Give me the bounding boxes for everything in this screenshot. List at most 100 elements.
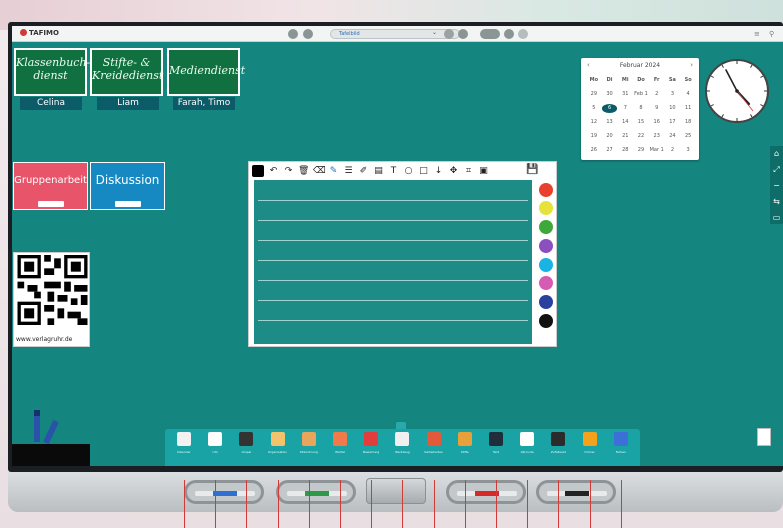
more-icon[interactable] (518, 29, 528, 39)
calendar-day[interactable]: 2 (665, 146, 681, 155)
lined-paper[interactable] (254, 180, 532, 344)
arrows-icon[interactable]: ⇆ (770, 194, 783, 210)
redo-icon[interactable] (303, 29, 313, 39)
calendar-widget[interactable]: ‹ Februar 2024 › Mo Di Mi Do Fr Sa So 29 30 31 Feb… (581, 58, 699, 160)
tray-item[interactable]: Bewertung (360, 432, 382, 464)
palette-color[interactable] (539, 201, 553, 216)
tray-item[interactable]: Kalender (173, 432, 195, 464)
pen-slot-red[interactable] (446, 480, 526, 504)
marker-icon[interactable]: ✐ (358, 165, 369, 177)
tray-handle[interactable] (396, 422, 406, 429)
palette-color[interactable] (539, 257, 553, 272)
calendar-day[interactable]: 17 (665, 118, 681, 127)
calendar-day[interactable]: 12 (586, 118, 602, 127)
pen-slot-green[interactable] (276, 480, 356, 504)
lines-icon[interactable]: ☰ (343, 165, 354, 177)
calendar-day[interactable]: 13 (602, 118, 618, 127)
calendar-day[interactable]: 21 (617, 132, 633, 141)
calendar-day[interactable]: 19 (586, 132, 602, 141)
duty-card-medien[interactable]: Mediendienst (167, 48, 245, 96)
tray-item[interactable]: Stifte (454, 432, 476, 464)
add-icon[interactable] (444, 29, 454, 39)
palette-color[interactable] (539, 220, 553, 235)
calendar-day[interactable]: 24 (665, 132, 681, 141)
square-icon[interactable]: □ (418, 165, 429, 177)
undo-icon[interactable]: ↶ (268, 165, 279, 177)
duty-card-stifte[interactable]: Stifte- & Kreidedienst (90, 48, 163, 96)
center-button[interactable] (366, 478, 426, 504)
calendar-day[interactable]: 30 (602, 90, 618, 99)
notepad-icon[interactable] (757, 428, 771, 446)
pen-slot-blue[interactable] (184, 480, 264, 504)
calendar-day[interactable]: 8 (633, 104, 649, 113)
drawing-board-widget[interactable]: ↶ ↷ 🗑 ⌫ ✎ ☰ ✐ ▤ T ○ □ ↓ ✥ ⌗ ▣ 💾 (248, 161, 557, 347)
calendar-day[interactable]: 4 (680, 90, 696, 99)
layout-icon[interactable]: ▣ (478, 165, 489, 177)
view-toggle-icon[interactable] (480, 29, 500, 39)
move-icon[interactable]: ✥ (448, 165, 459, 177)
tile-diskussion[interactable]: Diskussion (90, 162, 165, 210)
board-selector[interactable]: Tafelbild (330, 29, 460, 39)
chevron-down-icon[interactable]: ⌄ (432, 29, 437, 36)
calendar-day[interactable]: 20 (602, 132, 618, 141)
menu-icon[interactable]: ≡ (754, 30, 760, 38)
calendar-day[interactable]: 18 (680, 118, 696, 127)
share-icon[interactable] (458, 29, 468, 39)
tray-item[interactable]: Karteikarten (423, 432, 445, 464)
tray-item[interactable]: Ordner (579, 432, 601, 464)
tray-item[interactable]: Würfel (329, 432, 351, 464)
calendar-day[interactable]: 28 (617, 146, 633, 155)
calendar-day[interactable]: 22 (633, 132, 649, 141)
background-icon[interactable]: ▤ (373, 165, 384, 177)
tray-item[interactable]: Text (485, 432, 507, 464)
calendar-day[interactable]: 9 (649, 104, 665, 113)
duty-card-klassenbuch[interactable]: Klassenbuch- dienst (14, 48, 90, 96)
calendar-day[interactable]: 7 (617, 104, 633, 113)
home-icon[interactable]: ⌂ (770, 146, 783, 162)
tray-item[interactable]: Sitzordnung (298, 432, 320, 464)
tray-item[interactable]: Organisation (267, 432, 289, 464)
tray-item[interactable]: Uhr (204, 432, 226, 464)
calendar-day[interactable]: Mar 1 (649, 146, 665, 155)
calendar-day[interactable]: 23 (649, 132, 665, 141)
calendar-day[interactable]: Feb 1 (633, 90, 649, 99)
calendar-day[interactable]: 15 (633, 118, 649, 127)
tray-item[interactable]: Farben (610, 432, 632, 464)
crop-icon[interactable]: ⌗ (463, 165, 474, 177)
calendar-day[interactable]: 2 (649, 90, 665, 99)
undo-icon[interactable] (288, 29, 298, 39)
chevron-right-icon[interactable]: › (690, 61, 693, 69)
tools-icon[interactable]: ▭ (770, 210, 783, 226)
arrow-down-icon[interactable]: ↓ (433, 165, 444, 177)
calendar-day[interactable]: 14 (617, 118, 633, 127)
pen-icon[interactable]: ✎ (328, 165, 339, 177)
save-icon[interactable]: 💾 (526, 164, 538, 175)
palette-color[interactable] (539, 182, 553, 197)
pen-black[interactable] (547, 491, 607, 496)
pen-green[interactable] (287, 491, 347, 496)
pen-slot-black[interactable] (536, 480, 616, 504)
palette-color[interactable] (539, 276, 553, 291)
eraser-icon[interactable]: ⌫ (313, 165, 326, 177)
tray-item[interactable]: Werkzeug (391, 432, 413, 464)
calendar-day[interactable]: 10 (665, 104, 681, 113)
calendar-day[interactable]: 6 (601, 104, 618, 113)
fullscreen-icon[interactable]: ⤢ (770, 162, 783, 178)
circle-icon[interactable]: ○ (403, 165, 414, 177)
text-tool-icon[interactable]: T (388, 165, 399, 177)
pen-red[interactable] (457, 491, 517, 496)
tray-item[interactable]: Zufallsrad (547, 432, 569, 464)
calendar-day[interactable]: 16 (649, 118, 665, 127)
palette-color[interactable] (539, 238, 553, 253)
settings-icon[interactable] (504, 29, 514, 39)
tray-item[interactable]: Ampel (235, 432, 257, 464)
calendar-day[interactable]: 29 (633, 146, 649, 155)
calendar-day[interactable]: 3 (665, 90, 681, 99)
color-swatch[interactable] (252, 164, 264, 177)
redo-icon[interactable]: ↷ (283, 165, 294, 177)
palette-color[interactable] (539, 314, 553, 329)
trash-icon[interactable]: 🗑 (298, 165, 309, 177)
calendar-day[interactable]: 29 (586, 90, 602, 99)
user-icon[interactable]: ⚲ (769, 30, 774, 38)
palette-color[interactable] (539, 295, 553, 310)
